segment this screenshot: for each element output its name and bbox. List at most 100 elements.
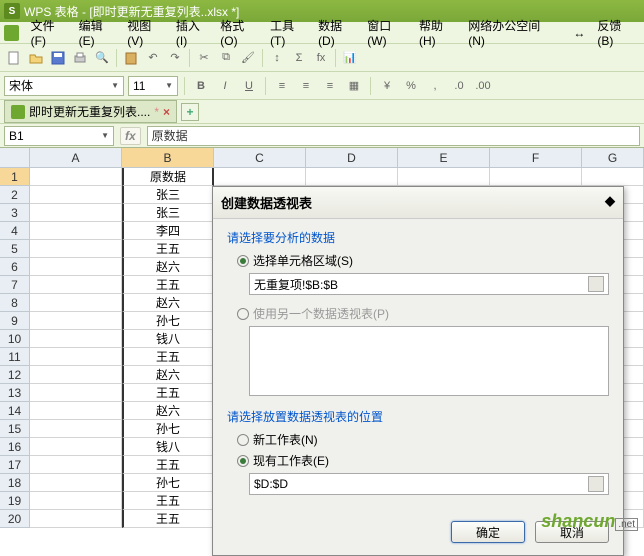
menu-feedback[interactable]: 反馈(B) — [591, 17, 640, 48]
cancel-button[interactable]: 取消 — [535, 521, 609, 543]
radio-existing-sheet[interactable]: 现有工作表(E) — [237, 452, 609, 469]
sum-button[interactable]: Σ — [289, 48, 309, 68]
cell-B3[interactable]: 张三 — [122, 204, 214, 222]
row-header-9[interactable]: 9 — [0, 312, 30, 330]
menu-window[interactable]: 窗口(W) — [361, 17, 413, 48]
save-button[interactable] — [48, 48, 68, 68]
row-header-5[interactable]: 5 — [0, 240, 30, 258]
cell-B10[interactable]: 钱八 — [122, 330, 214, 348]
menu-file[interactable]: 文件(F) — [25, 17, 73, 48]
chart-button[interactable]: 📊 — [340, 48, 360, 68]
underline-button[interactable]: U — [239, 76, 259, 96]
cell-C1[interactable] — [214, 168, 306, 186]
row-header-14[interactable]: 14 — [0, 402, 30, 420]
radio-cell-range[interactable]: 选择单元格区域(S) — [237, 252, 609, 269]
row-header-8[interactable]: 8 — [0, 294, 30, 312]
percent-button[interactable]: % — [401, 76, 421, 96]
increase-decimal-button[interactable]: .0 — [449, 76, 469, 96]
cell-B18[interactable]: 孙七 — [122, 474, 214, 492]
cell-A11[interactable] — [30, 348, 122, 366]
row-header-7[interactable]: 7 — [0, 276, 30, 294]
sort-button[interactable]: ↕ — [267, 48, 287, 68]
row-header-13[interactable]: 13 — [0, 384, 30, 402]
menu-tools[interactable]: 工具(T) — [264, 17, 312, 48]
cell-A20[interactable] — [30, 510, 122, 528]
row-header-11[interactable]: 11 — [0, 348, 30, 366]
cell-A12[interactable] — [30, 366, 122, 384]
cell-A18[interactable] — [30, 474, 122, 492]
row-header-3[interactable]: 3 — [0, 204, 30, 222]
location-input[interactable]: $D:$D — [249, 473, 609, 495]
row-header-4[interactable]: 4 — [0, 222, 30, 240]
formula-bar[interactable]: 原数据 — [147, 126, 640, 146]
switch-icon[interactable]: ↔ — [567, 26, 591, 40]
font-size-select[interactable]: 11▼ — [128, 76, 178, 96]
column-header-D[interactable]: D — [306, 148, 398, 168]
cell-D1[interactable] — [306, 168, 398, 186]
column-header-G[interactable]: G — [582, 148, 644, 168]
dialog-titlebar[interactable]: 创建数据透视表 ◆ — [213, 187, 623, 219]
cell-A19[interactable] — [30, 492, 122, 510]
currency-button[interactable]: ¥ — [377, 76, 397, 96]
align-center-button[interactable]: ≡ — [296, 76, 316, 96]
cell-B12[interactable]: 赵六 — [122, 366, 214, 384]
menu-format[interactable]: 格式(O) — [214, 17, 264, 48]
row-header-20[interactable]: 20 — [0, 510, 30, 528]
menu-edit[interactable]: 编辑(E) — [73, 17, 122, 48]
close-tab-button[interactable]: × — [163, 105, 170, 119]
print-button[interactable] — [70, 48, 90, 68]
dialog-help-icon[interactable]: ◆ — [605, 193, 615, 212]
cell-B4[interactable]: 李四 — [122, 222, 214, 240]
italic-button[interactable]: I — [215, 76, 235, 96]
cell-A9[interactable] — [30, 312, 122, 330]
row-header-2[interactable]: 2 — [0, 186, 30, 204]
row-header-17[interactable]: 17 — [0, 456, 30, 474]
row-header-12[interactable]: 12 — [0, 366, 30, 384]
cell-A13[interactable] — [30, 384, 122, 402]
row-header-1[interactable]: 1 — [0, 168, 30, 186]
row-header-10[interactable]: 10 — [0, 330, 30, 348]
redo-button[interactable]: ↷ — [165, 48, 185, 68]
cell-A16[interactable] — [30, 438, 122, 456]
bold-button[interactable]: B — [191, 76, 211, 96]
cut-button[interactable]: ✂ — [194, 48, 214, 68]
add-tab-button[interactable]: + — [181, 103, 199, 121]
fx-button[interactable]: fx — [120, 127, 141, 145]
cell-A1[interactable] — [30, 168, 122, 186]
new-button[interactable] — [4, 48, 24, 68]
range-input[interactable]: 无重复项!$B:$B — [249, 273, 609, 295]
row-header-19[interactable]: 19 — [0, 492, 30, 510]
column-header-C[interactable]: C — [214, 148, 306, 168]
decrease-decimal-button[interactable]: .00 — [473, 76, 493, 96]
merge-button[interactable]: ▦ — [344, 76, 364, 96]
cell-B2[interactable]: 张三 — [122, 186, 214, 204]
menu-data[interactable]: 数据(D) — [312, 17, 361, 48]
paste-button[interactable] — [121, 48, 141, 68]
copy-button[interactable]: ⧉ — [216, 48, 236, 68]
cell-A10[interactable] — [30, 330, 122, 348]
cell-G1[interactable] — [582, 168, 644, 186]
radio-new-sheet[interactable]: 新工作表(N) — [237, 431, 609, 448]
comma-button[interactable]: , — [425, 76, 445, 96]
cell-B5[interactable]: 王五 — [122, 240, 214, 258]
menu-view[interactable]: 视图(V) — [121, 17, 170, 48]
row-header-6[interactable]: 6 — [0, 258, 30, 276]
font-select[interactable]: 宋体▼ — [4, 76, 124, 96]
cell-B9[interactable]: 孙七 — [122, 312, 214, 330]
cell-A15[interactable] — [30, 420, 122, 438]
cell-B6[interactable]: 赵六 — [122, 258, 214, 276]
cell-B8[interactable]: 赵六 — [122, 294, 214, 312]
column-header-B[interactable]: B — [122, 148, 214, 168]
function-button[interactable]: fx — [311, 48, 331, 68]
cell-A14[interactable] — [30, 402, 122, 420]
document-tab[interactable]: 即时更新无重复列表.... * × — [4, 100, 177, 123]
print-preview-button[interactable]: 🔍 — [92, 48, 112, 68]
select-all-corner[interactable] — [0, 148, 30, 168]
cell-B16[interactable]: 钱八 — [122, 438, 214, 456]
range-picker-icon[interactable] — [588, 276, 604, 292]
cell-F1[interactable] — [490, 168, 582, 186]
cell-B19[interactable]: 王五 — [122, 492, 214, 510]
cell-B13[interactable]: 王五 — [122, 384, 214, 402]
cell-A7[interactable] — [30, 276, 122, 294]
cell-B17[interactable]: 王五 — [122, 456, 214, 474]
